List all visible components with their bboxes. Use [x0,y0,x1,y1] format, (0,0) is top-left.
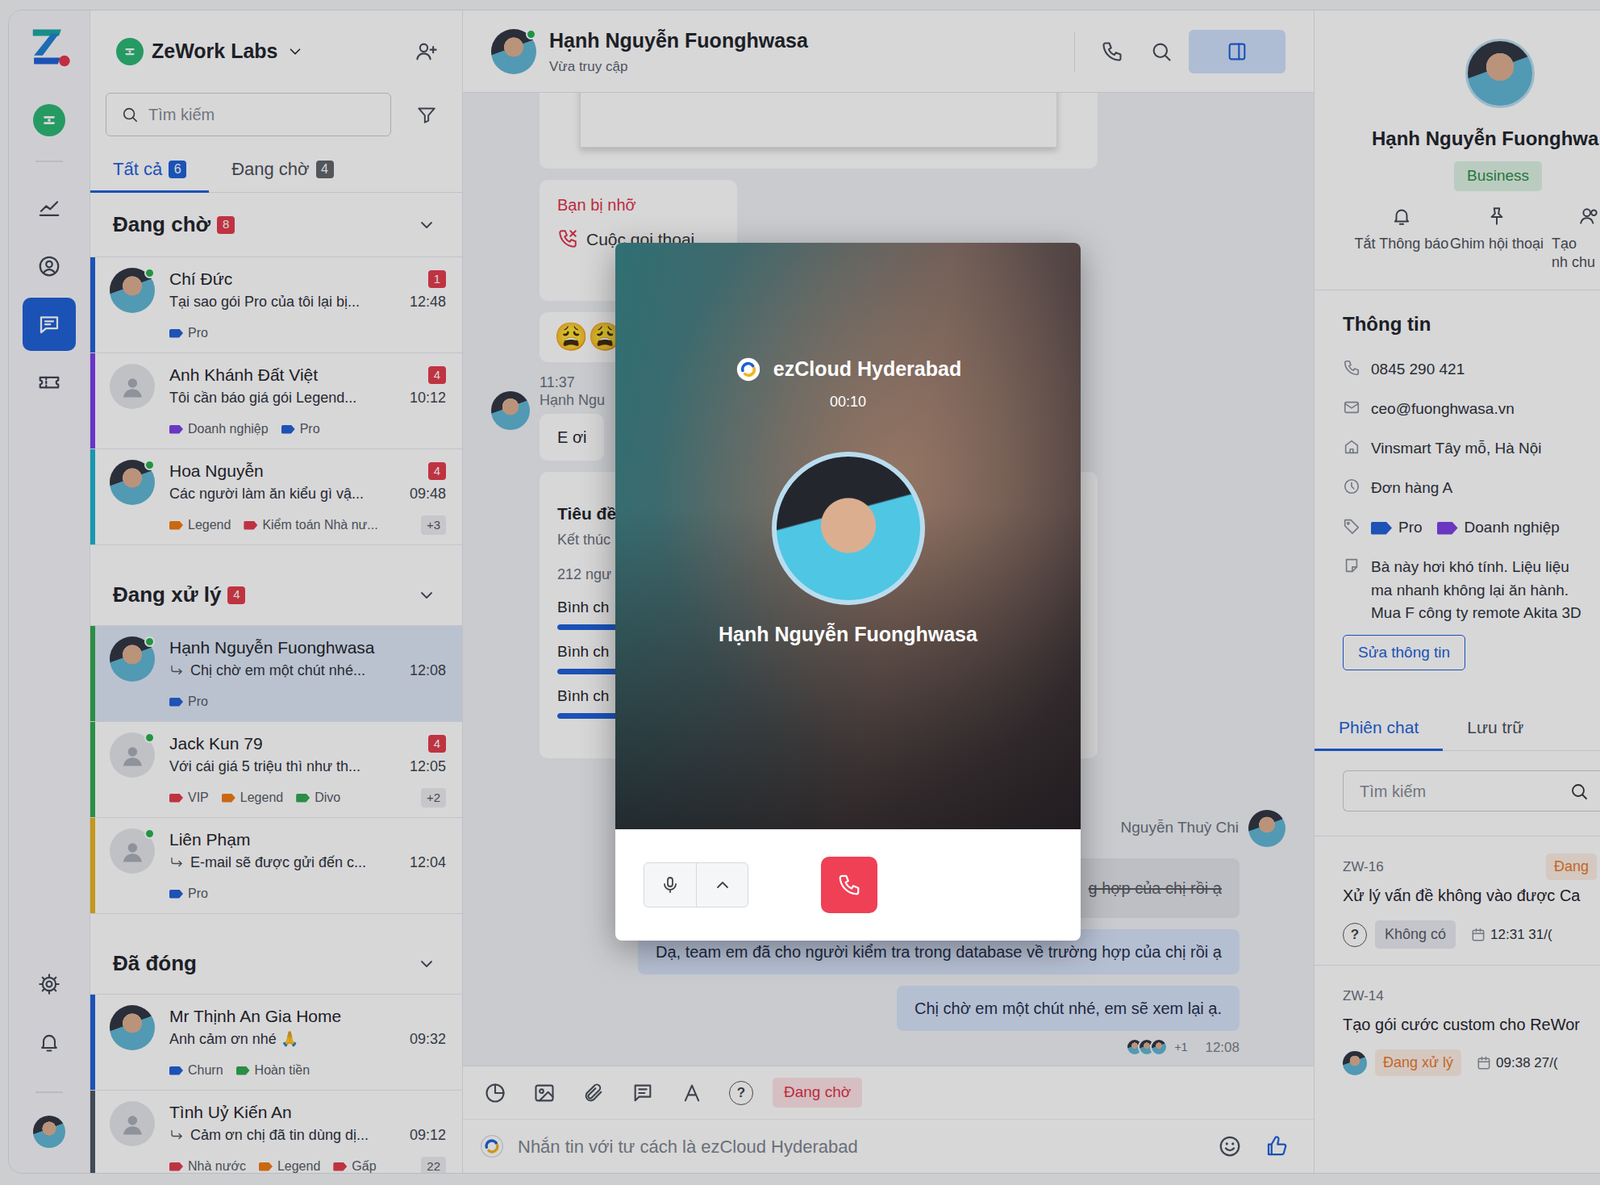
ezcloud-logo-icon [734,355,763,384]
call-controls [615,829,1081,941]
mic-controls [643,862,749,908]
caller-name: ezCloud Hyderabad [773,354,962,385]
callee-avatar [771,451,925,605]
mute-button[interactable] [644,862,696,907]
chevup-icon [712,875,733,895]
audio-options-button[interactable] [695,862,748,907]
phone-icon [837,872,862,897]
call-video: ezCloud Hyderabad 00:10 Hạnh Nguyễn Fuongh… [615,242,1081,830]
caller-row: ezCloud Hyderabad [734,354,962,385]
call-timer: 00:10 [829,391,867,413]
mic-icon [660,875,680,895]
hang-up-button[interactable] [820,856,878,913]
callee-name: Hạnh Nguyễn Fuonghwasa [718,619,978,650]
call-window: ezCloud Hyderabad 00:10 Hạnh Nguyễn Fuongh… [615,242,1081,941]
